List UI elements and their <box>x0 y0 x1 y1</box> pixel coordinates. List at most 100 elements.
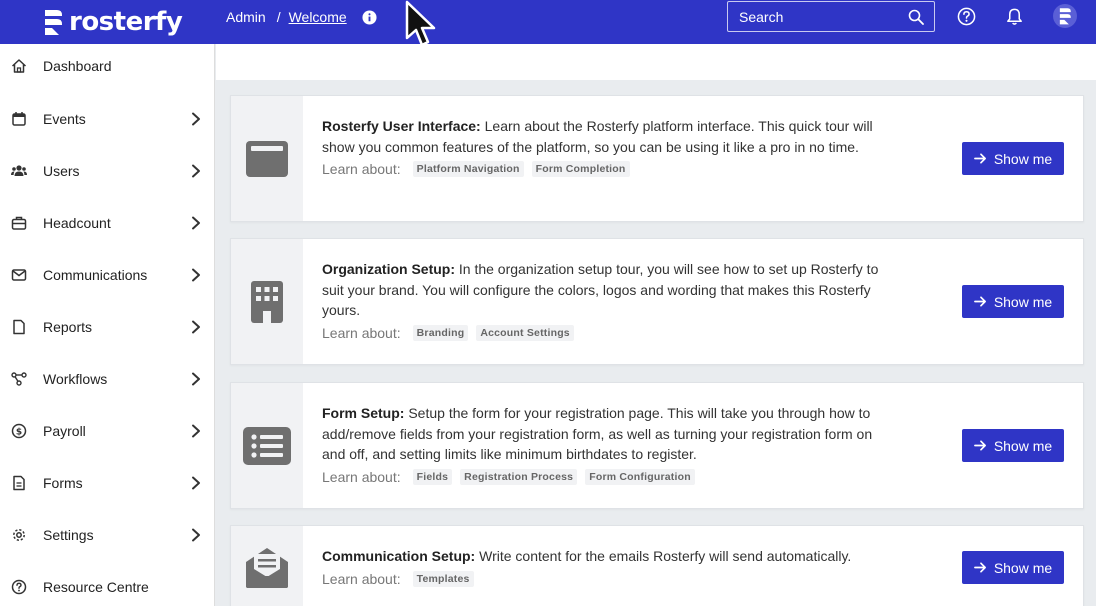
learn-about-row: Learn about: Fields Registration Process… <box>322 468 882 485</box>
sidebar-item-headcount[interactable]: Headcount <box>0 203 215 243</box>
search-input[interactable] <box>739 8 899 25</box>
show-me-button[interactable]: Show me <box>962 429 1064 462</box>
envelope-open-icon <box>246 548 288 588</box>
sidebar-item-forms[interactable]: Forms <box>0 463 215 503</box>
brand-name: rosterfy <box>69 7 183 37</box>
avatar[interactable] <box>1053 4 1077 28</box>
page-header-area <box>216 44 1096 80</box>
tour-title: Rosterfy User Interface: <box>322 118 481 134</box>
tour-description: Rosterfy User Interface: Learn about the… <box>322 116 882 157</box>
chevron-right-icon <box>192 216 200 230</box>
info-icon[interactable] <box>362 9 377 25</box>
calendar-icon <box>12 112 26 126</box>
learn-about-label: Learn about: <box>322 570 401 587</box>
chevron-right-icon <box>192 476 200 490</box>
sidebar-item-label: Payroll <box>43 423 86 439</box>
tour-body: Form Setup: Setup the form for your regi… <box>322 403 882 485</box>
sidebar-item-reports[interactable]: Reports <box>0 307 215 347</box>
chevron-right-icon <box>192 112 200 126</box>
bell-icon[interactable] <box>1005 7 1024 26</box>
chevron-right-icon <box>192 372 200 386</box>
tour-description: Organization Setup: In the organization … <box>322 259 882 321</box>
sidebar-item-payroll[interactable]: $ Payroll <box>0 411 215 451</box>
breadcrumb-root[interactable]: Admin <box>226 9 266 25</box>
tour-text: Setup the form for your registration pag… <box>322 405 873 463</box>
sidebar-item-label: Headcount <box>43 215 111 231</box>
show-me-button[interactable]: Show me <box>962 285 1064 318</box>
breadcrumb-separator: / <box>276 9 281 25</box>
briefcase-icon <box>11 216 27 230</box>
sidebar-item-dashboard[interactable]: Dashboard <box>0 46 215 86</box>
top-bar: rosterfy Admin / Welcome <box>0 0 1096 44</box>
chevron-right-icon <box>192 320 200 334</box>
sidebar-item-label: Communications <box>43 267 148 283</box>
file-icon <box>13 319 25 335</box>
learn-about-row: Learn about: Platform Navigation Form Co… <box>322 161 882 178</box>
sidebar-item-label: Events <box>43 111 86 127</box>
tour-title: Communication Setup: <box>322 548 476 564</box>
sidebar-item-label: Users <box>43 163 80 179</box>
chevron-right-icon <box>192 528 200 542</box>
search-icon[interactable] <box>908 9 924 25</box>
arrow-right-icon <box>973 562 986 573</box>
sidebar-item-workflows[interactable]: Workflows <box>0 359 215 399</box>
sidebar-item-label: Dashboard <box>43 58 112 74</box>
sidebar-item-label: Settings <box>43 527 94 543</box>
help-icon[interactable] <box>957 7 976 26</box>
sidebar-item-label: Resource Centre <box>43 579 149 595</box>
breadcrumb-current[interactable]: Welcome <box>289 9 347 25</box>
workflow-icon <box>11 372 27 386</box>
brand-logo[interactable]: rosterfy <box>43 2 183 42</box>
topic-tag: Registration Process <box>460 468 578 485</box>
tour-text: Write content for the emails Rosterfy wi… <box>475 548 852 564</box>
tour-card: Form Setup: Setup the form for your regi… <box>230 382 1084 509</box>
question-icon <box>11 579 27 595</box>
learn-about-label: Learn about: <box>322 468 401 485</box>
tour-description: Communication Setup: Write content for t… <box>322 546 882 567</box>
arrow-right-icon <box>973 153 986 164</box>
search-box[interactable] <box>727 1 935 32</box>
tour-card: Rosterfy User Interface: Learn about the… <box>230 95 1084 222</box>
tour-title: Form Setup: <box>322 405 405 421</box>
show-me-button[interactable]: Show me <box>962 551 1064 584</box>
sidebar-item-events[interactable]: Events <box>0 99 215 139</box>
mail-icon <box>11 269 27 281</box>
learn-about-label: Learn about: <box>322 161 401 178</box>
button-label: Show me <box>993 559 1053 576</box>
dollar-icon: $ <box>11 423 27 439</box>
sidebar: Dashboard Events Users Headcount Communi… <box>0 44 215 606</box>
sidebar-item-label: Workflows <box>43 371 108 387</box>
arrow-right-icon <box>973 296 986 307</box>
button-label: Show me <box>993 437 1053 454</box>
topic-tag: Branding <box>412 324 469 341</box>
window-icon <box>246 140 288 177</box>
topic-tag: Platform Navigation <box>412 161 524 178</box>
mouse-cursor-icon <box>405 0 436 47</box>
tour-body: Rosterfy User Interface: Learn about the… <box>322 116 882 178</box>
tour-description: Form Setup: Setup the form for your regi… <box>322 403 882 465</box>
tour-icon-column <box>231 96 303 221</box>
tour-card: Communication Setup: Write content for t… <box>230 525 1084 606</box>
chevron-right-icon <box>192 424 200 438</box>
topic-tag: Templates <box>412 570 474 587</box>
sidebar-item-communications[interactable]: Communications <box>0 255 215 295</box>
arrow-right-icon <box>973 440 986 451</box>
logo-icon <box>45 10 62 35</box>
sidebar-item-users[interactable]: Users <box>0 151 215 191</box>
topic-tag: Account Settings <box>476 324 574 341</box>
show-me-button[interactable]: Show me <box>962 142 1064 175</box>
sidebar-item-label: Reports <box>43 319 93 335</box>
gear-icon <box>13 529 25 541</box>
avatar-logo-icon <box>1059 8 1071 25</box>
form-icon <box>13 475 25 491</box>
chevron-right-icon <box>192 164 200 178</box>
button-label: Show me <box>993 150 1053 167</box>
home-icon <box>11 59 27 73</box>
svg-text:$: $ <box>16 427 22 437</box>
sidebar-item-resource-centre[interactable]: Resource Centre <box>0 567 215 606</box>
learn-about-row: Learn about: Templates <box>322 570 882 587</box>
tour-card: Organization Setup: In the organization … <box>230 238 1084 365</box>
tour-body: Communication Setup: Write content for t… <box>322 546 882 587</box>
sidebar-item-settings[interactable]: Settings <box>0 515 215 555</box>
breadcrumb: Admin / Welcome <box>226 0 377 34</box>
